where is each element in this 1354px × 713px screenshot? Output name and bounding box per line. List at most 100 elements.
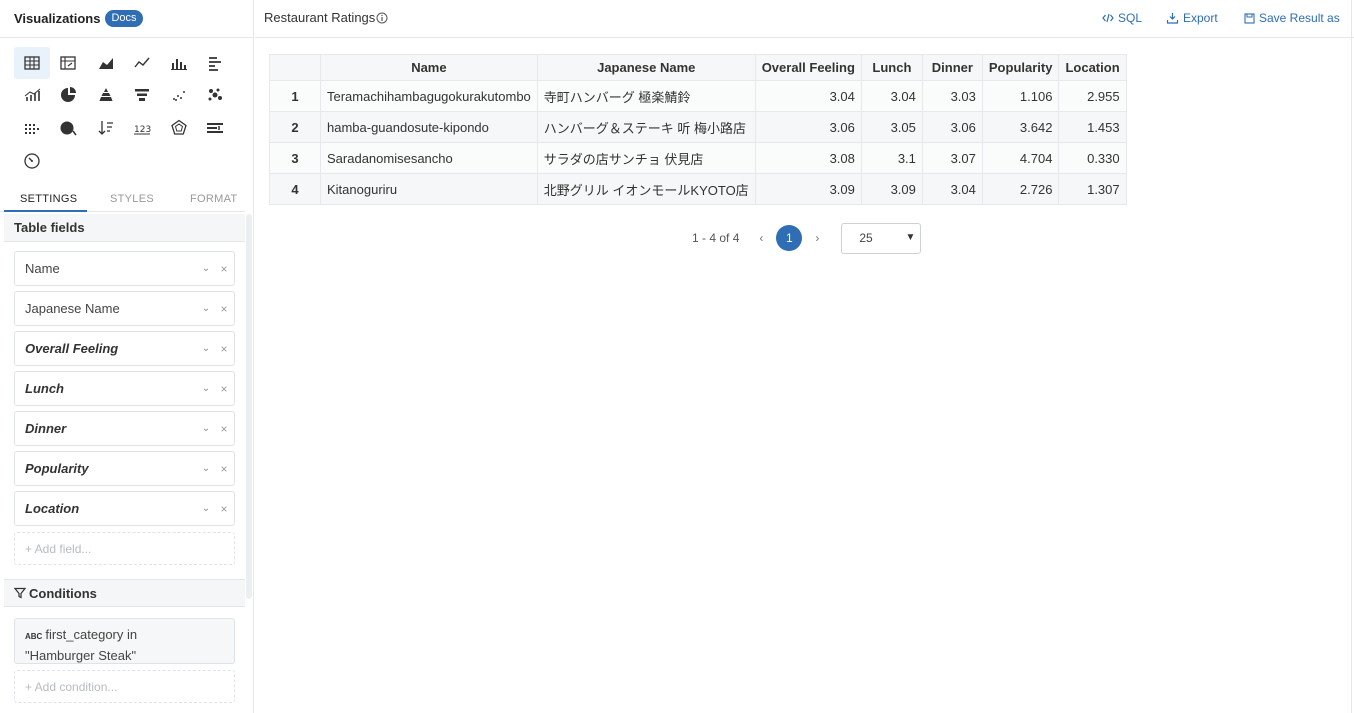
table-field-chip[interactable]: Japanese Name ⌄ × [14, 291, 235, 326]
remove-icon[interactable]: × [214, 462, 234, 476]
export-icon [1166, 12, 1183, 24]
settings-scroll-area[interactable]: Table fields Name ⌄ × Japanese Name ⌄ × Overal… [4, 214, 245, 713]
panel-title: Visualizations [14, 11, 101, 26]
area-chart-icon[interactable] [88, 47, 124, 79]
remove-icon[interactable]: × [214, 502, 234, 516]
save-result-button[interactable]: Save Result as [1244, 11, 1340, 25]
tab-settings[interactable]: SETTINGS [20, 193, 77, 205]
add-field-box[interactable]: + Add field... [14, 532, 235, 565]
add-condition-box[interactable]: + Add condition... [14, 670, 235, 703]
col-name-header[interactable]: Name [320, 54, 538, 81]
table-row: 4 Kitanoguriru 北野グリル イオンモールKYOTO店 3.09 3.09 3… [269, 173, 1127, 205]
number-metric-icon[interactable]: 123 [124, 112, 160, 144]
sql-button[interactable]: SQL [1102, 11, 1142, 25]
table-cell: 3.07 [921, 142, 983, 174]
col-location-header[interactable]: Location [1058, 54, 1127, 81]
chevron-down-icon[interactable]: ⌄ [198, 303, 214, 314]
table-cell: 2.955 [1058, 80, 1127, 112]
chevron-down-icon[interactable]: ⌄ [198, 383, 214, 394]
settings-scrollbar[interactable] [246, 214, 252, 599]
table-icon[interactable] [14, 47, 50, 79]
table-field-chip[interactable]: Name ⌄ × [14, 251, 235, 286]
table-row: 3 Saradanomisesancho サラダの店サンチョ 伏見店 3.08 3.1 3… [269, 142, 1127, 174]
table-row: 2 hamba-guandosute-kipondo ハンバーグ＆ステーキ 听 梅小… [269, 111, 1127, 143]
table-cell: 寺町ハンバーグ 極楽鯖鈴 [536, 80, 756, 112]
col-overall-feeling-header[interactable]: Overall Feeling [754, 54, 862, 81]
table-cell: Teramachihambagugokurakutombo [320, 80, 538, 112]
chevron-down-icon[interactable]: ⌄ [198, 263, 214, 274]
remove-icon[interactable]: × [214, 262, 234, 276]
chevron-down-icon[interactable]: ⌄ [198, 463, 214, 474]
horizontal-bar-icon[interactable] [197, 47, 233, 79]
col-popularity-header[interactable]: Popularity [981, 54, 1060, 81]
remove-icon[interactable]: × [214, 422, 234, 436]
main-area: Restaurant Ratings SQL Export Save Resul… [255, 0, 1354, 713]
bar-chart-icon[interactable] [161, 47, 197, 79]
table-cell: 3.08 [754, 142, 862, 174]
table-cell: ハンバーグ＆ステーキ 听 梅小路店 [536, 111, 756, 143]
export-button[interactable]: Export [1166, 11, 1218, 25]
remove-icon[interactable]: × [214, 382, 234, 396]
table-cell: 3.05 [860, 111, 923, 143]
prev-page-button[interactable]: ‹ [751, 231, 771, 245]
table-field-chip[interactable]: Popularity ⌄ × [14, 451, 235, 486]
pie-chart-icon[interactable] [50, 79, 86, 111]
pivot-table-icon[interactable] [50, 47, 86, 79]
table-field-chip[interactable]: Lunch ⌄ × [14, 371, 235, 406]
gauge-icon[interactable] [14, 144, 50, 176]
report-title[interactable]: Restaurant Ratings [264, 10, 375, 25]
page-size-select[interactable]: 25 ▼ [841, 222, 922, 254]
chevron-down-icon[interactable]: ⌄ [198, 423, 214, 434]
right-edge-divider [1351, 0, 1352, 713]
table-cell: 北野グリル イオンモールKYOTO店 [536, 173, 756, 205]
table-fields-header: Table fields [4, 214, 245, 242]
field-label: Overall Feeling [25, 341, 119, 356]
table-cell: 2 [269, 111, 321, 143]
table-field-chip[interactable]: Dinner ⌄ × [14, 411, 235, 446]
geo-map-icon[interactable] [50, 112, 86, 144]
combo-chart-icon[interactable] [14, 79, 50, 111]
chevron-down-icon[interactable]: ⌄ [198, 343, 214, 354]
caret-down-icon: ▼ [905, 231, 916, 243]
pyramid-icon[interactable] [88, 79, 124, 111]
condition-card[interactable]: ABC first_category in "Hamburger Steak" [14, 618, 235, 664]
condition-text-line1: first_category in [45, 627, 138, 642]
save-icon [1244, 12, 1259, 24]
col-japanese-name-header[interactable]: Japanese Name [536, 54, 756, 81]
scatter-icon[interactable] [161, 79, 197, 111]
table-header-row: Name Japanese Name Overall Feeling Lunch… [269, 54, 1127, 81]
left-header: Visualizations Docs [0, 0, 253, 38]
pagination-info: 1 - 4 of 4 [692, 231, 740, 245]
info-icon[interactable] [376, 12, 388, 24]
remove-icon[interactable]: × [214, 342, 234, 356]
docs-badge[interactable]: Docs [105, 10, 143, 27]
field-label: Japanese Name [25, 301, 120, 316]
condition-text-line2: "Hamburger Steak" [25, 648, 137, 663]
table-cell: 3.04 [754, 80, 862, 112]
heatmap-icon[interactable] [14, 112, 50, 144]
radar-icon[interactable] [161, 112, 197, 144]
table-field-chip[interactable]: Location ⌄ × [14, 491, 235, 526]
col-lunch-header[interactable]: Lunch [860, 54, 923, 81]
next-page-button[interactable]: › [807, 231, 827, 245]
field-label: Lunch [25, 381, 64, 396]
table-cell: Kitanoguriru [320, 173, 538, 205]
line-chart-icon[interactable] [124, 47, 160, 79]
string-type-badge: ABC [25, 632, 43, 641]
table-cell: 0.330 [1058, 142, 1127, 174]
bullet-icon[interactable] [197, 112, 233, 144]
chevron-down-icon[interactable]: ⌄ [198, 503, 214, 514]
col-dinner-header[interactable]: Dinner [921, 54, 983, 81]
sql-label: SQL [1118, 11, 1143, 25]
tab-format[interactable]: FORMAT [190, 193, 237, 205]
sort-icon[interactable] [88, 112, 124, 144]
table-field-chip[interactable]: Overall Feeling ⌄ × [14, 331, 235, 366]
results-table: Name Japanese Name Overall Feeling Lunch… [269, 54, 1127, 205]
current-page-button[interactable]: 1 [776, 225, 803, 251]
tab-styles[interactable]: STYLES [110, 193, 154, 205]
remove-icon[interactable]: × [214, 302, 234, 316]
bubble-icon[interactable] [197, 79, 233, 111]
col-index-header[interactable] [269, 54, 321, 81]
table-cell: 3.04 [921, 173, 983, 205]
funnel-icon[interactable] [124, 79, 160, 111]
